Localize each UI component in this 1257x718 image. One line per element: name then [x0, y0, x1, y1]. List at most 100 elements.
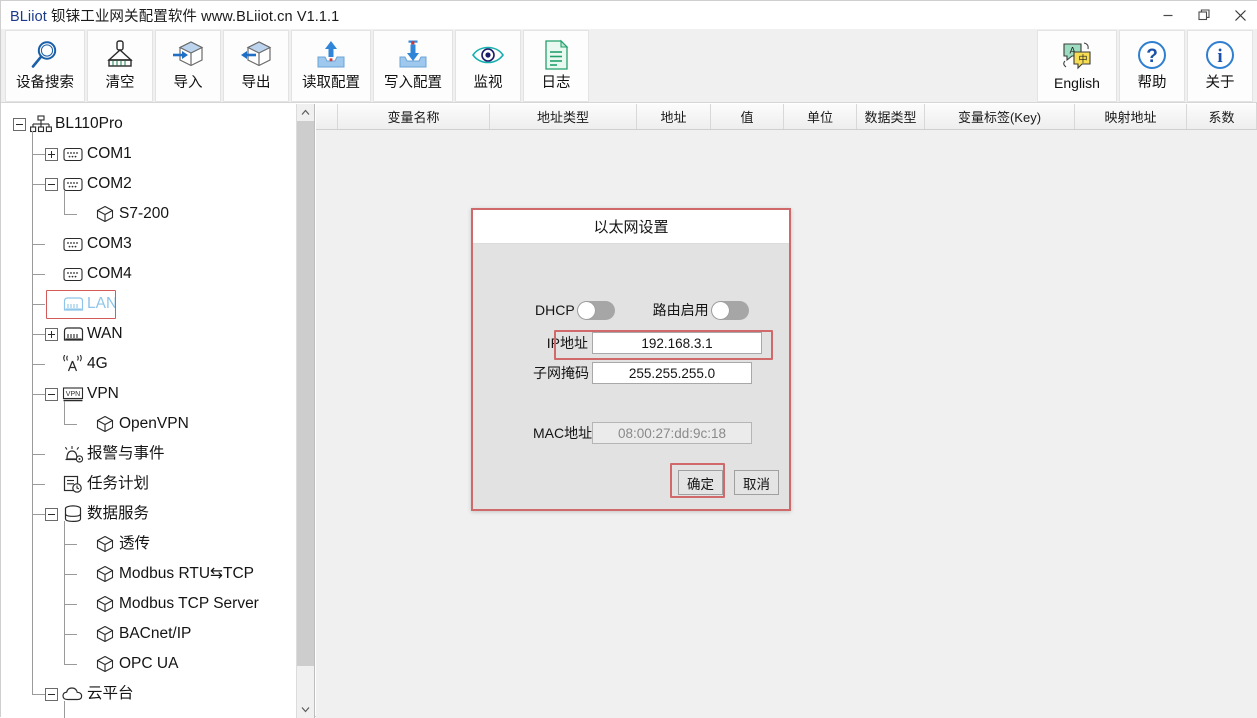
tree-connector-branch: [64, 521, 65, 664]
import-button[interactable]: 导入: [155, 30, 221, 102]
tree-item-s7-200[interactable]: S7-200: [1, 199, 296, 229]
restore-button[interactable]: [1186, 1, 1222, 29]
tree-item-[interactable]: 任务计划: [1, 469, 296, 499]
tree-connector-stub: [64, 544, 77, 545]
tree-connector-stub: [32, 394, 45, 395]
tree-item-bl110pro[interactable]: BL110Pro: [1, 109, 296, 139]
tree-connector-stub: [32, 454, 45, 455]
window-title-rest: 钡铼工业网关配置软件 www.BLiiot.cn V1.1.1: [51, 8, 340, 25]
tree-collapse-icon[interactable]: [45, 507, 58, 521]
tree-expander-spacer: [45, 238, 58, 251]
column-header-7[interactable]: 变量标签(Key): [925, 104, 1075, 129]
tree-item-com1[interactable]: COM1: [1, 139, 296, 169]
tree-expand-icon[interactable]: [45, 327, 58, 341]
tree-expander-spacer: [45, 298, 58, 311]
tree-collapse-icon[interactable]: [13, 117, 26, 131]
mac-address-input: 08:00:27:dd:9c:18: [592, 422, 752, 444]
serial-port-icon: [62, 234, 84, 254]
about-button[interactable]: i 关于: [1187, 30, 1253, 102]
column-header-3[interactable]: 地址: [637, 104, 711, 129]
tree-item-label: COM3: [87, 235, 132, 253]
language-button[interactable]: A 中 English: [1037, 30, 1117, 102]
close-button[interactable]: [1222, 1, 1257, 29]
tree-item-bacnet-ip[interactable]: BACnet/IP: [1, 619, 296, 649]
tree-item-opc-ua[interactable]: OPC UA: [1, 649, 296, 679]
tree-item-wan[interactable]: WAN: [1, 319, 296, 349]
tree-vertical-scrollbar[interactable]: [296, 104, 314, 718]
tree-item-[interactable]: 透传: [1, 529, 296, 559]
language-icon: A 中: [1060, 36, 1094, 74]
tree-item-[interactable]: 云平台: [1, 679, 296, 709]
tree-item-lan[interactable]: LAN: [1, 289, 296, 319]
document-icon: [541, 36, 571, 74]
log-button[interactable]: 日志: [523, 30, 589, 102]
tree-item-label: WAN: [87, 325, 123, 343]
scroll-up-arrow[interactable]: [297, 104, 314, 121]
tree-expander-spacer: [45, 448, 58, 461]
route-enable-switch[interactable]: [710, 300, 749, 320]
monitor-button[interactable]: 监视: [455, 30, 521, 102]
read-config-label: 读取配置: [302, 75, 360, 91]
tree-item-label: COM1: [87, 145, 132, 163]
tree-item-[interactable]: 数据服务: [1, 499, 296, 529]
toolbar-right-group: A 中 English ? 帮助 i 关于: [1036, 29, 1254, 102]
log-label: 日志: [541, 75, 571, 91]
tree-item-modbus-rtu-tcp[interactable]: Modbus RTU⇆TCP: [1, 559, 296, 589]
column-header-9[interactable]: 系数: [1187, 104, 1257, 129]
info-icon: i: [1204, 36, 1236, 74]
tree-item-vpn[interactable]: VPN VPN: [1, 379, 296, 409]
svg-text:VPN: VPN: [66, 391, 80, 398]
tree-item-label: BL110Pro: [55, 115, 123, 133]
tree-connector-branch: [64, 401, 65, 424]
column-header-4[interactable]: 值: [711, 104, 784, 129]
route-toggle-group[interactable]: 路由启用: [653, 300, 749, 320]
minimize-button[interactable]: [1150, 1, 1186, 29]
tree-item-modbus-tcp-server[interactable]: Modbus TCP Server: [1, 589, 296, 619]
tree-collapse-icon[interactable]: [45, 687, 58, 701]
upload-tray-icon: [314, 36, 348, 74]
ip-address-input[interactable]: 192.168.3.1: [592, 332, 762, 354]
scroll-down-arrow[interactable]: [297, 701, 314, 718]
subnet-mask-input[interactable]: 255.255.255.0: [592, 362, 752, 384]
tree-expander-spacer: [77, 538, 90, 551]
clear-button[interactable]: 清空: [87, 30, 153, 102]
tree-item-4g[interactable]: 4G: [1, 349, 296, 379]
tree-collapse-icon[interactable]: [45, 177, 58, 191]
dialog-title-bar: 以太网设置: [473, 210, 789, 244]
dialog-cancel-button[interactable]: 取消: [734, 470, 779, 495]
tree-item-com3[interactable]: COM3: [1, 229, 296, 259]
help-button[interactable]: ? 帮助: [1119, 30, 1185, 102]
tree-item-[interactable]: 报警与事件: [1, 439, 296, 469]
scroll-thumb[interactable]: [297, 121, 314, 666]
svg-text:i: i: [1217, 46, 1222, 67]
main-toolbar: 设备搜索 清空 导入 导出 读取配置 写入配置 监视 日志 A 中 Englis…: [1, 29, 1257, 103]
tree-item-com4[interactable]: COM4: [1, 259, 296, 289]
tree-collapse-icon[interactable]: [45, 387, 58, 401]
column-header-spacer[interactable]: [316, 104, 338, 129]
dialog-ok-button[interactable]: 确定: [678, 470, 723, 495]
dhcp-toggle-group[interactable]: DHCP: [535, 300, 615, 320]
device-search-label: 设备搜索: [16, 75, 74, 91]
cube-icon: [94, 564, 116, 584]
write-config-button[interactable]: 写入配置: [373, 30, 453, 102]
import-label: 导入: [173, 75, 203, 91]
antenna-icon: [62, 354, 84, 374]
tree-expander-spacer: [77, 568, 90, 581]
column-header-2[interactable]: 地址类型: [490, 104, 637, 129]
read-config-button[interactable]: 读取配置: [291, 30, 371, 102]
column-header-1[interactable]: 变量名称: [338, 104, 490, 129]
column-header-8[interactable]: 映射地址: [1075, 104, 1187, 129]
tree-item-com2[interactable]: COM2: [1, 169, 296, 199]
tree-expand-icon[interactable]: [45, 147, 58, 161]
toggles-row: DHCP 路由启用: [473, 300, 789, 320]
column-header-5[interactable]: 单位: [784, 104, 857, 129]
svg-text:?: ?: [1146, 46, 1158, 67]
column-header-6[interactable]: 数据类型: [857, 104, 925, 129]
ip-address-row: IP地址 192.168.3.1: [533, 332, 762, 354]
tree-item-openvpn[interactable]: OpenVPN: [1, 409, 296, 439]
export-button[interactable]: 导出: [223, 30, 289, 102]
write-config-label: 写入配置: [384, 75, 442, 91]
device-search-button[interactable]: 设备搜索: [5, 30, 85, 102]
cube-icon: [94, 204, 116, 224]
dhcp-switch[interactable]: [576, 300, 615, 320]
